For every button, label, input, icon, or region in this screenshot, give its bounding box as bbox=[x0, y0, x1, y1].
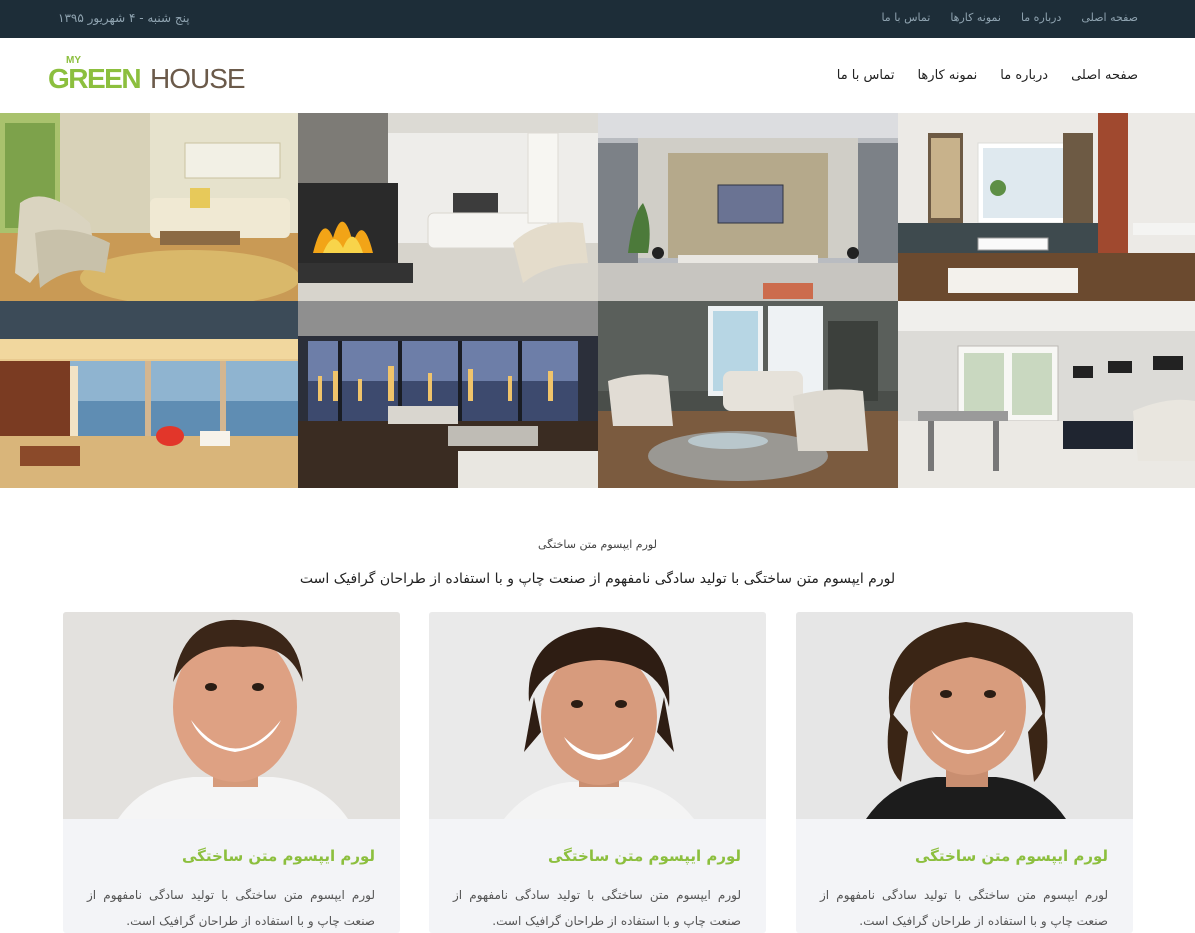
header: MY GREEN HOUSE صفحه اصلی درباره ما نمونه… bbox=[0, 38, 1195, 113]
top-links: صفحه اصلی درباره ما نمونه کارها تماس با … bbox=[881, 11, 1138, 24]
team-member-photo bbox=[63, 612, 400, 819]
top-link-home[interactable]: صفحه اصلی bbox=[1081, 11, 1138, 24]
gallery-image-2[interactable] bbox=[298, 113, 598, 301]
team-card-title: لورم ایپسوم متن ساختگی bbox=[547, 847, 741, 865]
team-card-title: لورم ایپسوم متن ساختگی bbox=[914, 847, 1108, 865]
team-card-title: لورم ایپسوم متن ساختگی bbox=[181, 847, 375, 865]
team-member-photo bbox=[796, 612, 1133, 819]
my-green-house-logo[interactable]: MY GREEN HOUSE bbox=[48, 52, 248, 92]
gallery-image-7[interactable] bbox=[598, 301, 898, 488]
nav-home[interactable]: صفحه اصلی bbox=[1071, 68, 1138, 83]
top-link-about[interactable]: درباره ما bbox=[1021, 11, 1061, 24]
team-card: لورم ایپسوم متن ساختگی لورم ایپسوم متن س… bbox=[796, 612, 1133, 933]
top-link-portfolio[interactable]: نمونه کارها bbox=[950, 11, 1001, 24]
date-label: پنج شنبه - ۴ شهریور ۱۳۹۵ bbox=[58, 11, 190, 25]
intro-heading: لورم ایپسوم متن ساختگی با تولید سادگی نا… bbox=[299, 571, 896, 587]
gallery-image-8[interactable] bbox=[898, 301, 1195, 488]
team-card-text: لورم ایپسوم متن ساختگی با تولید سادگی نا… bbox=[820, 888, 1108, 928]
gallery-image-5[interactable] bbox=[0, 301, 298, 488]
nav-about[interactable]: درباره ما bbox=[1000, 68, 1048, 83]
interior-gallery bbox=[0, 113, 1195, 488]
logo-green: GREEN bbox=[48, 63, 140, 92]
main-nav: صفحه اصلی درباره ما نمونه کارها تماس با … bbox=[837, 68, 1138, 83]
team-member-photo bbox=[429, 612, 766, 819]
gallery-image-3[interactable] bbox=[598, 113, 898, 301]
team-card: لورم ایپسوم متن ساختگی لورم ایپسوم متن س… bbox=[63, 612, 400, 933]
top-bar: پنج شنبه - ۴ شهریور ۱۳۹۵ صفحه اصلی دربار… bbox=[0, 0, 1195, 38]
gallery-image-6[interactable] bbox=[298, 301, 598, 488]
team-card-text: لورم ایپسوم متن ساختگی با تولید سادگی نا… bbox=[453, 888, 741, 928]
nav-portfolio[interactable]: نمونه کارها bbox=[917, 68, 977, 83]
top-link-contact[interactable]: تماس با ما bbox=[881, 11, 930, 24]
nav-contact[interactable]: تماس با ما bbox=[837, 68, 895, 83]
logo-house: HOUSE bbox=[150, 63, 245, 92]
team-card: لورم ایپسوم متن ساختگی لورم ایپسوم متن س… bbox=[429, 612, 766, 933]
gallery-image-4[interactable] bbox=[898, 113, 1195, 301]
intro-subtitle: لورم ایپسوم متن ساختگی bbox=[538, 538, 657, 551]
gallery-image-1[interactable] bbox=[0, 113, 298, 301]
team-card-text: لورم ایپسوم متن ساختگی با تولید سادگی نا… bbox=[87, 888, 375, 928]
